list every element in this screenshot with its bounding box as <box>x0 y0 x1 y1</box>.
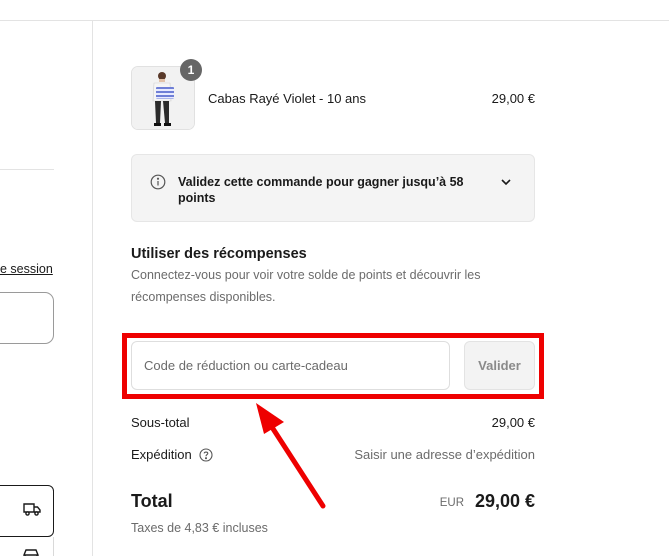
discount-code-input[interactable] <box>131 341 450 390</box>
total-currency: EUR <box>439 497 464 509</box>
pickup-option[interactable] <box>0 537 54 556</box>
header-divider <box>0 20 669 21</box>
delivery-truck-icon <box>23 502 41 521</box>
points-banner[interactable]: Validez cette commande pour gagner jusqu… <box>131 154 535 222</box>
quantity-badge: 1 <box>180 59 202 81</box>
total-label: Total <box>131 491 173 511</box>
total-amount: 29,00 € <box>474 491 535 511</box>
store-icon <box>22 549 40 556</box>
shipping-value: Saisir une adresse d’expédition <box>354 447 535 462</box>
chevron-down-icon[interactable] <box>500 175 512 193</box>
product-name: Cabas Rayé Violet - 10 ans <box>208 91 367 106</box>
rewards-title: Utiliser des récompenses <box>131 246 307 262</box>
points-message: Validez cette commande pour gagner jusqu… <box>178 175 464 205</box>
subtotal-label: Sous-total <box>131 415 190 430</box>
left-divider <box>0 169 54 170</box>
contact-input[interactable] <box>0 292 54 344</box>
product-price: 29,00 € <box>491 91 535 106</box>
taxes-note: Taxes de 4,83 € incluses <box>131 521 268 535</box>
apply-discount-button[interactable]: Valider <box>464 341 535 390</box>
column-divider <box>92 21 93 556</box>
rewards-description: Connectez-vous pour voir votre solde de … <box>131 268 481 304</box>
help-icon[interactable] <box>199 448 213 467</box>
delivery-option[interactable] <box>0 485 54 537</box>
login-link[interactable]: e session <box>0 262 54 276</box>
info-icon <box>150 174 166 195</box>
shipping-label: Expédition <box>131 447 192 462</box>
subtotal-value: 29,00 € <box>491 415 535 430</box>
